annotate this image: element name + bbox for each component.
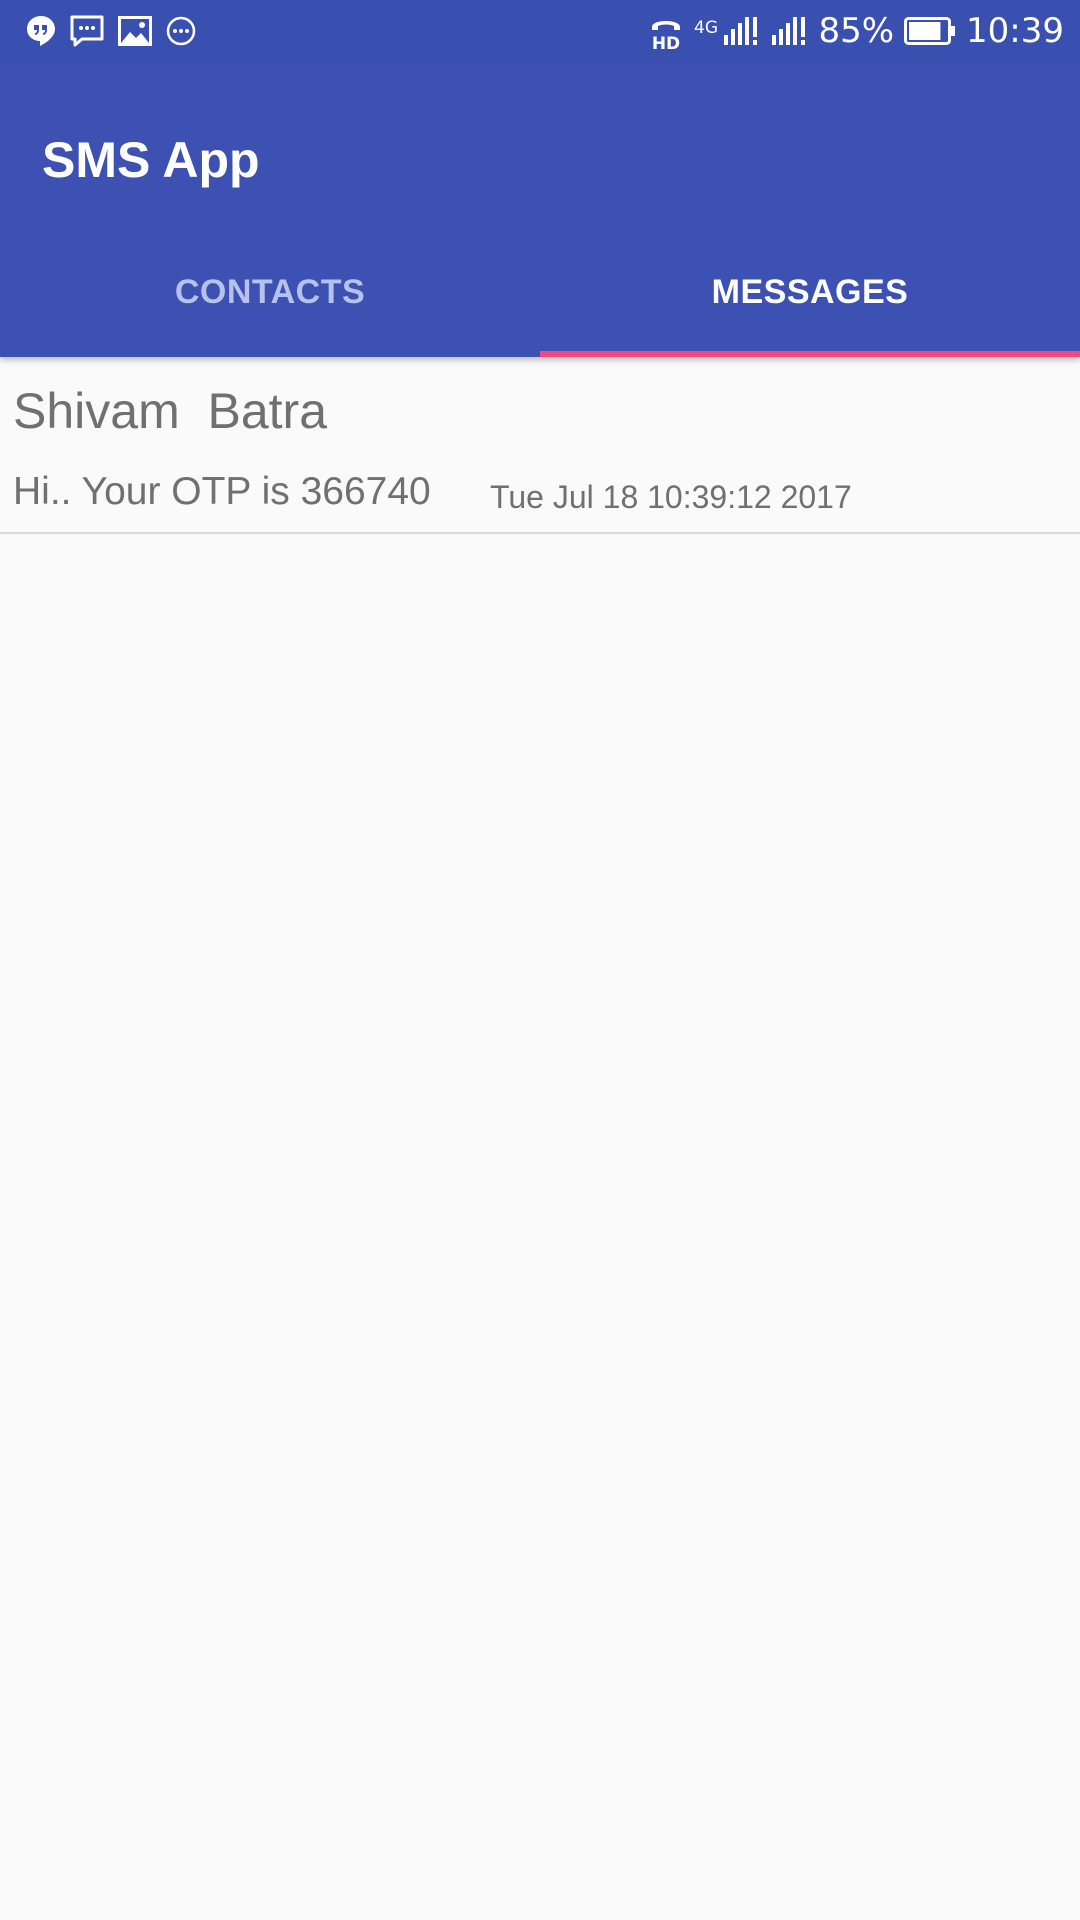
message-timestamp: Tue Jul 18 10:39:12 2017 bbox=[490, 479, 852, 515]
hd-call-icon: HD bbox=[648, 11, 684, 51]
notification-icons bbox=[26, 13, 196, 49]
list-item[interactable]: Shivam Batra Hi.. Your OTP is 366740 Tue… bbox=[0, 357, 1080, 534]
status-bar: HD 4G 85% 10:39 bbox=[0, 0, 1080, 62]
sms-icon bbox=[70, 15, 104, 47]
tab-messages-label: MESSAGES bbox=[711, 273, 909, 311]
app-bar: HD 4G 85% 10:39 SMS App CONTACTS MESSAGE… bbox=[0, 0, 1080, 357]
4g-signal-icon: 4G bbox=[694, 13, 760, 49]
signal-icon bbox=[770, 13, 808, 49]
tab-contacts[interactable]: CONTACTS bbox=[0, 240, 540, 357]
battery-icon bbox=[904, 17, 956, 45]
message-sender: Shivam Batra bbox=[13, 383, 328, 439]
battery-percent: 85% bbox=[818, 11, 895, 51]
network-label: 4G bbox=[694, 18, 718, 38]
tab-bar: CONTACTS MESSAGES bbox=[0, 240, 1080, 357]
gallery-icon bbox=[118, 16, 152, 46]
more-notifications-icon bbox=[166, 16, 196, 46]
system-indicators: HD 4G 85% 10:39 bbox=[648, 6, 1064, 56]
tab-contacts-label: CONTACTS bbox=[174, 273, 366, 311]
message-body: Hi.. Your OTP is 366740 bbox=[13, 470, 431, 513]
message-list: Shivam Batra Hi.. Your OTP is 366740 Tue… bbox=[0, 357, 1080, 534]
hangouts-icon bbox=[26, 15, 56, 47]
app-title: SMS App bbox=[42, 132, 260, 188]
tab-messages[interactable]: MESSAGES bbox=[540, 240, 1080, 357]
clock: 10:39 bbox=[966, 11, 1064, 51]
hd-label: HD bbox=[652, 34, 680, 51]
